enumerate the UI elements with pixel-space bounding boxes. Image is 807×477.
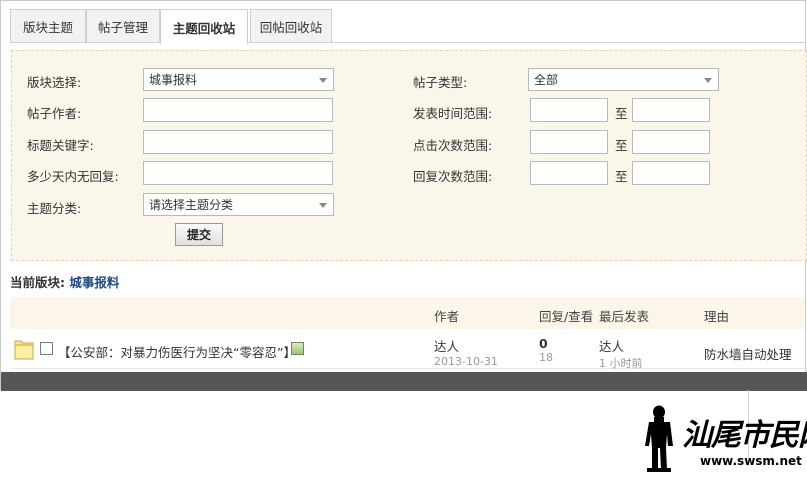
post-type-select-value: 全部 — [534, 73, 559, 87]
watermark-logo: 汕尾市民网 www.swsm.net — [640, 404, 807, 474]
chevron-down-icon — [319, 78, 327, 83]
date-range-separator: 至 — [615, 106, 628, 121]
filter-form: 版块选择: 城事报料 帖子类型: 全部 帖子作者: 发表时间范围: 至 标题关键… — [11, 50, 807, 261]
folder-icon — [14, 340, 34, 360]
submit-button[interactable]: 提交 — [175, 223, 223, 246]
category-label: 主题分类: — [27, 201, 82, 216]
person-silhouette-icon — [645, 405, 673, 472]
column-header-author: 作者 — [434, 309, 460, 324]
watermark-url: www.swsm.net — [700, 454, 802, 468]
current-board-label: 当前版块: — [10, 275, 65, 290]
post-type-label: 帖子类型: — [413, 75, 468, 90]
category-select-value: 请选择主题分类 — [149, 198, 234, 212]
thread-title-link[interactable]: 【公安部：对暴力伤医行为坚决“零容忍”】 — [58, 342, 296, 361]
watermark-text: 汕尾市民网 — [682, 418, 807, 453]
clicks-range-label: 点击次数范围: — [413, 138, 493, 153]
tab-post-management[interactable]: 帖子管理 — [86, 9, 160, 43]
view-count: 18 — [539, 351, 553, 364]
no-reply-days-input[interactable] — [143, 161, 333, 185]
recycle-bin-panel: 版块主题 帖子管理 主题回收站 回帖回收站 版块选择: 城事报料 帖子类型: 全… — [0, 0, 807, 391]
replies-range-separator: 至 — [615, 169, 628, 184]
category-select[interactable]: 请选择主题分类 — [143, 193, 334, 216]
date-from-input[interactable] — [530, 98, 608, 122]
post-type-select[interactable]: 全部 — [528, 68, 719, 91]
tab-divider — [10, 42, 805, 43]
column-header-reason: 理由 — [704, 309, 730, 324]
tab-topic-recycle-bin[interactable]: 主题回收站 — [160, 9, 248, 44]
reply-count: 0 — [539, 336, 548, 351]
current-board: 当前版块: 城事报料 — [10, 272, 119, 291]
author-input[interactable] — [143, 98, 333, 122]
date-to-input[interactable] — [632, 98, 710, 122]
keyword-input[interactable] — [143, 130, 333, 154]
column-header-replies-views: 回复/查看 — [539, 309, 594, 324]
tab-reply-recycle-bin[interactable]: 回帖回收站 — [250, 9, 332, 43]
date-range-label: 发表时间范围: — [413, 106, 493, 121]
keyword-label: 标题关键字: — [27, 138, 94, 153]
footer-bar — [1, 372, 807, 391]
tab-board-topics[interactable]: 版块主题 — [10, 9, 86, 43]
board-select[interactable]: 城事报料 — [143, 68, 334, 91]
post-date: 2013-10-31 — [434, 355, 498, 368]
replies-range-label: 回复次数范围: — [413, 169, 493, 184]
author-label: 帖子作者: — [27, 106, 82, 121]
clicks-to-input[interactable] — [632, 130, 710, 154]
board-select-value: 城事报料 — [149, 73, 198, 87]
current-board-link[interactable]: 城事报料 — [69, 275, 119, 290]
row-checkbox[interactable] — [40, 342, 53, 355]
last-post-cell: 达人 1 小时前 — [599, 336, 643, 371]
author-link[interactable]: 达人 — [434, 336, 498, 355]
table-row: 【公安部：对暴力伤医行为坚决“零容忍”】 达人 2013-10-31 0 18 … — [10, 331, 805, 371]
clicks-from-input[interactable] — [530, 130, 608, 154]
author-cell: 达人 2013-10-31 — [434, 336, 498, 368]
last-post-time: 1 小时前 — [599, 357, 643, 370]
reason-cell: 防水墙自动处理 — [704, 347, 792, 362]
chevron-down-icon — [704, 78, 712, 83]
clicks-range-separator: 至 — [615, 138, 628, 153]
no-reply-days-label: 多少天内无回复: — [27, 169, 119, 184]
last-post-author-link[interactable]: 达人 — [599, 336, 643, 355]
replies-to-input[interactable] — [632, 161, 710, 185]
image-attachment-icon — [291, 342, 304, 355]
board-label: 版块选择: — [27, 75, 82, 90]
column-header-last-post: 最后发表 — [599, 309, 650, 324]
replies-views-cell: 0 18 — [539, 336, 553, 364]
replies-from-input[interactable] — [530, 161, 608, 185]
chevron-down-icon — [319, 203, 327, 208]
table-header: 作者 回复/查看 最后发表 理由 — [10, 297, 805, 329]
